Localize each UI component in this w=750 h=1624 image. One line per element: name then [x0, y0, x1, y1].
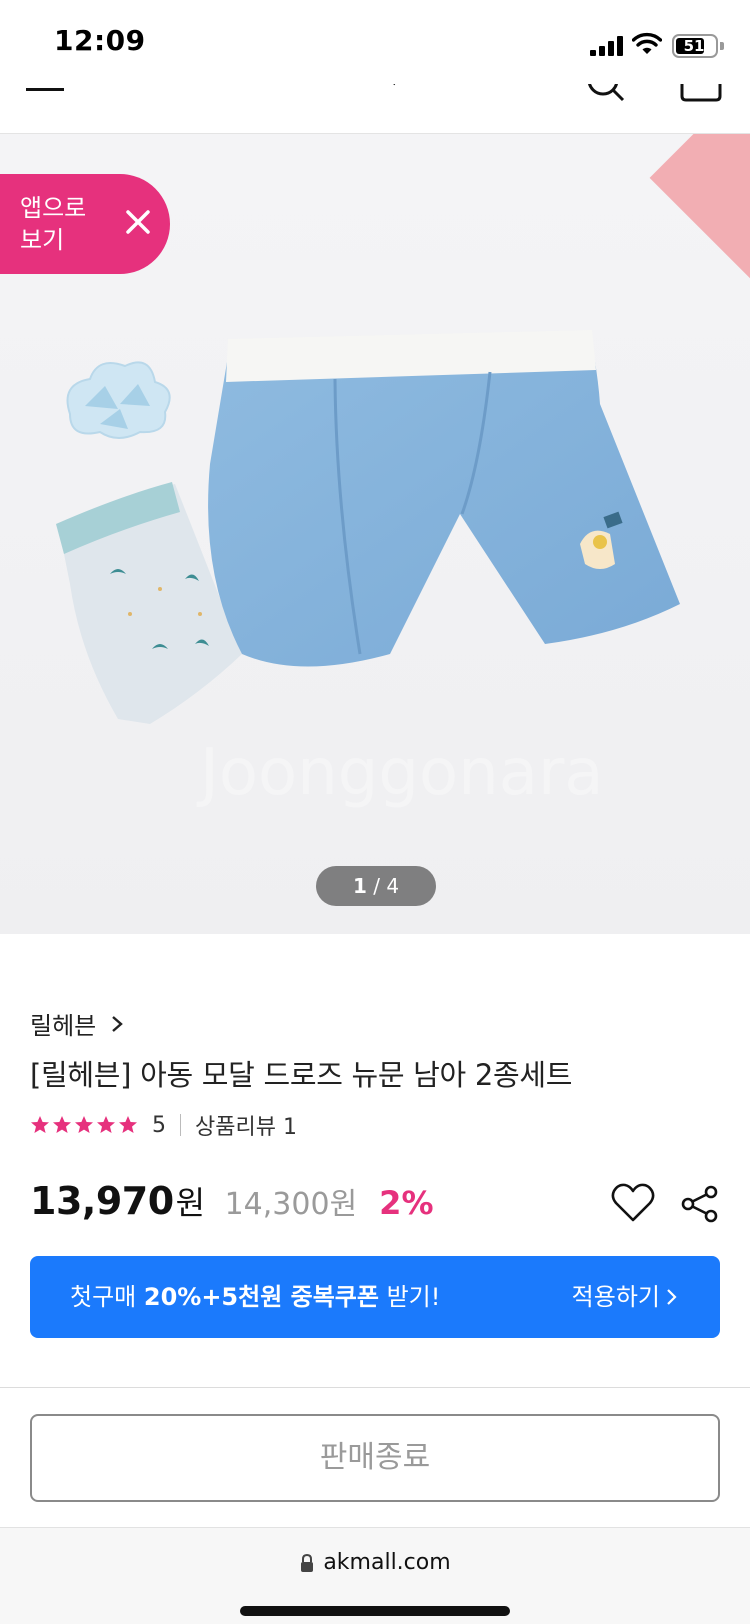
- status-bar: 12:09 51: [0, 0, 750, 84]
- coupon-apply-button[interactable]: 적용하기: [572, 1256, 678, 1338]
- star-icon: [53, 1116, 71, 1133]
- chevron-right-icon: [667, 1289, 677, 1305]
- wifi-icon: [632, 32, 662, 54]
- sold-out-button[interactable]: 판매종료: [30, 1414, 720, 1502]
- coupon-apply-label[interactable]: 적용하기: [572, 1256, 660, 1338]
- site-header: [0, 84, 750, 134]
- rating-row[interactable]: 5 상품리뷰 1: [30, 1110, 297, 1140]
- image-counter-current: 1: [352, 874, 367, 898]
- original-price: 14,300원: [224, 1187, 358, 1222]
- url-display[interactable]: akmall.com: [0, 1550, 750, 1575]
- current-price-unit: 원: [175, 1184, 205, 1222]
- home-indicator[interactable]: [240, 1606, 510, 1616]
- review-count-link[interactable]: 상품리뷰 1: [195, 1109, 297, 1141]
- product-image-carousel[interactable]: new: [0, 134, 750, 934]
- menu-icon[interactable]: [26, 84, 66, 100]
- brand-name[interactable]: 릴헤븐: [30, 1006, 96, 1041]
- heart-icon[interactable]: [610, 1182, 656, 1224]
- rating-score: 5: [152, 1112, 166, 1138]
- coupon-text: 첫구매 20%+5천원 중복쿠폰 받기!: [70, 1256, 440, 1338]
- star-rating: [30, 1115, 138, 1135]
- chevron-right-icon: [112, 1015, 124, 1032]
- open-in-app-label[interactable]: 앱으로 보기: [20, 192, 100, 256]
- product-title: [릴헤븐] 아동 모달 드로즈 뉴문 남아 2종세트: [30, 1058, 573, 1092]
- share-icon[interactable]: [680, 1184, 720, 1224]
- bottom-action-bar: 판매종료: [0, 1387, 750, 1527]
- current-price: 13,970원: [30, 1178, 205, 1224]
- rating-divider: [180, 1114, 181, 1136]
- star-icon: [119, 1116, 137, 1133]
- battery-icon: 51: [672, 34, 718, 58]
- battery-cap: [720, 42, 724, 50]
- brand-link[interactable]: 릴헤븐: [30, 1006, 124, 1041]
- discount-rate: 2%: [379, 1184, 434, 1222]
- star-icon: [31, 1116, 49, 1133]
- current-price-value: 13,970: [30, 1179, 174, 1223]
- lock-icon: [301, 1553, 314, 1572]
- image-counter-separator: /: [366, 874, 387, 898]
- star-icon: [75, 1116, 93, 1133]
- price-row: 13,970원 14,300원 2%: [30, 1178, 434, 1224]
- coupon-banner[interactable]: 첫구매 20%+5천원 중복쿠폰 받기! 적용하기: [30, 1256, 720, 1338]
- star-icon: [97, 1116, 115, 1133]
- coupon-prefix: 첫구매: [70, 1283, 144, 1311]
- coupon-highlight: 20%+5천원 중복쿠폰: [143, 1283, 379, 1311]
- cart-icon[interactable]: [680, 84, 722, 104]
- image-counter-total: 4: [386, 874, 400, 898]
- svg-text:Joonggonara: Joonggonara: [196, 736, 603, 810]
- url-text[interactable]: akmall.com: [323, 1550, 450, 1575]
- coupon-suffix: 받기!: [378, 1283, 441, 1311]
- scrolled-content-hint: [0, 1378, 750, 1386]
- image-counter: 1 / 4: [316, 866, 436, 906]
- status-time: 12:09: [54, 24, 146, 57]
- close-icon[interactable]: [120, 204, 156, 240]
- logo-icon[interactable]: [290, 84, 460, 104]
- browser-url-bar[interactable]: akmall.com: [0, 1527, 750, 1624]
- search-icon[interactable]: [585, 84, 625, 102]
- battery-level: 51: [683, 37, 705, 55]
- cellular-signal-icon: [590, 36, 624, 56]
- open-in-app-banner[interactable]: 앱으로 보기: [0, 174, 170, 274]
